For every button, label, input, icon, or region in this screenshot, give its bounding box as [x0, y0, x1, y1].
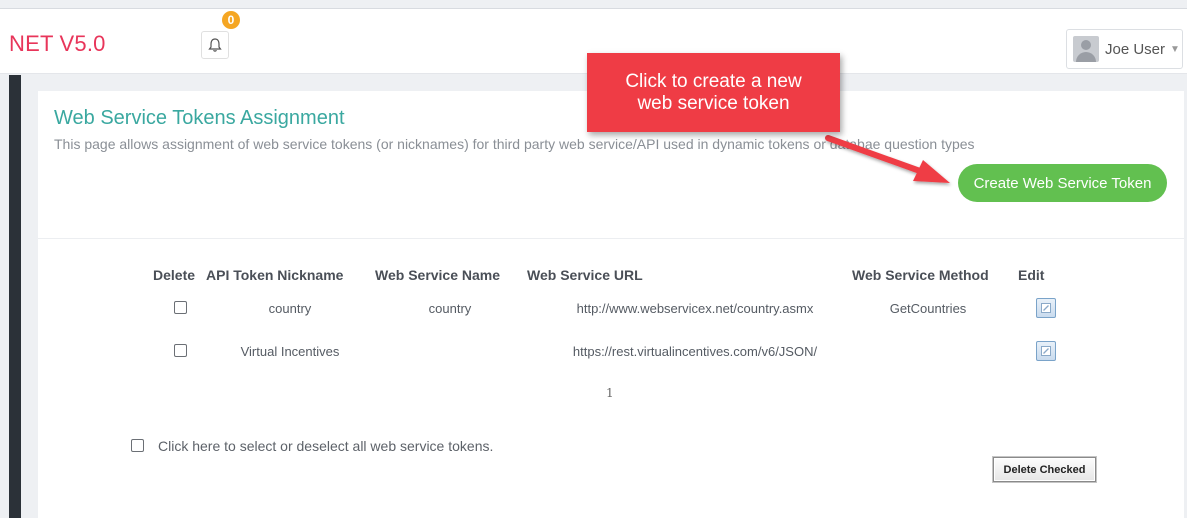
column-header-method: Web Service Method [852, 267, 989, 283]
column-header-service-name: Web Service Name [375, 267, 501, 283]
notification-badge: 0 [220, 9, 242, 31]
user-menu[interactable]: Joe User ▼ [1066, 29, 1183, 69]
pencil-icon [1041, 346, 1051, 356]
page-title: Web Service Tokens Assignment [54, 107, 345, 129]
pager-page-1[interactable]: 1 [606, 386, 614, 400]
top-strip [0, 0, 1187, 9]
chevron-down-icon: ▼ [1170, 43, 1180, 55]
panel-divider [38, 238, 1184, 239]
notifications-button[interactable] [201, 31, 229, 59]
callout-line-2: web service token [637, 92, 790, 114]
column-header-url: Web Service URL [527, 267, 643, 283]
column-header-edit: Edit [1018, 267, 1045, 283]
column-header-nickname: API Token Nickname [206, 267, 344, 283]
row-service-name: country [428, 301, 472, 316]
create-web-service-token-button[interactable]: Create Web Service Token [958, 164, 1167, 202]
row-url: https://rest.virtualincentives.com/v6/JS… [572, 344, 818, 359]
delete-checked-button[interactable]: Delete Checked [993, 457, 1096, 482]
row-url: http://www.webservicex.net/country.asmx [576, 301, 814, 316]
pencil-icon [1041, 303, 1051, 313]
column-header-delete: Delete [153, 267, 196, 283]
page-description: This page allows assignment of web servi… [54, 136, 975, 152]
sidebar-strip [9, 75, 21, 518]
row-nickname: country [268, 301, 312, 316]
user-name: Joe User [1105, 40, 1166, 58]
callout-line-1: Click to create a new [625, 70, 802, 92]
row-delete-checkbox[interactable] [174, 301, 187, 314]
row-nickname: Virtual Incentives [240, 344, 340, 359]
tooltip-callout: Click to create a new web service token [587, 53, 840, 132]
avatar [1073, 36, 1099, 62]
row-method: GetCountries [889, 301, 967, 316]
edit-icon[interactable] [1036, 298, 1056, 318]
select-all-checkbox[interactable] [131, 439, 144, 452]
select-all-label[interactable]: Click here to select or deselect all web… [158, 438, 493, 454]
bell-icon [208, 38, 222, 52]
brand-title[interactable]: NET V5.0 [9, 31, 106, 57]
edit-icon[interactable] [1036, 341, 1056, 361]
row-delete-checkbox[interactable] [174, 344, 187, 357]
